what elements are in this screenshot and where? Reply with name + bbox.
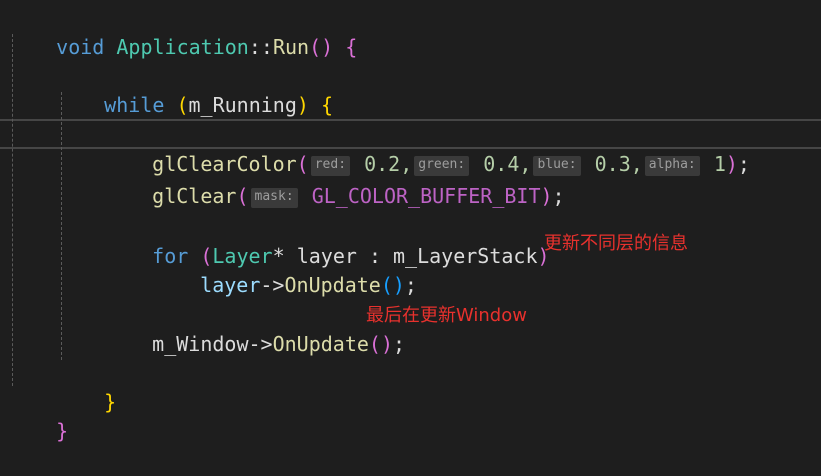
scope-operator: ::: [248, 35, 273, 59]
code-line-7: m_Window->OnUpdate();: [104, 299, 405, 356]
annotation-update-layers: 更新不同层的信息: [544, 233, 688, 254]
variable: m_Window: [152, 332, 249, 356]
close-brace: }: [104, 390, 117, 414]
keyword-void: void: [56, 35, 105, 59]
keyword-while: while: [104, 93, 165, 117]
method-call: OnUpdate: [272, 332, 369, 356]
code-line-8: }: [56, 357, 116, 414]
class-name: Application: [116, 35, 249, 59]
parens: (): [368, 332, 394, 356]
semicolon: ;: [552, 184, 565, 208]
number: 1: [713, 152, 726, 176]
annotation-update-window: 最后在更新Window: [366, 305, 527, 326]
number: 0.3,: [594, 152, 643, 176]
close-paren: ): [540, 184, 553, 208]
close-brace: }: [56, 419, 69, 443]
code-line-6: layer->OnUpdate();: [152, 240, 417, 297]
function-call: glClear: [152, 184, 237, 208]
code-line-2: while (m_Running) {: [56, 60, 333, 117]
code-line-3: glClearColor(red: 0.2, green: 0.4, blue: 0…: [104, 119, 750, 176]
semicolon: ;: [393, 332, 406, 356]
close-paren: ): [296, 93, 309, 117]
param-hint: mask:: [250, 187, 298, 208]
code-line-9: }: [8, 386, 68, 443]
open-paren: (: [236, 184, 249, 208]
code-line-5: for (Layer* layer : m_LayerStack): [104, 211, 549, 268]
variable: m_Running: [188, 93, 297, 117]
code-line-4: glClear(mask: GL_COLOR_BUFFER_BIT);: [104, 151, 564, 208]
open-brace: {: [345, 35, 358, 59]
arrow-operator: ->: [248, 332, 273, 356]
arrow-operator: ->: [260, 273, 285, 297]
function-name: Run: [272, 35, 310, 59]
param-hint: alpha:: [644, 155, 700, 176]
method-call: OnUpdate: [284, 273, 381, 297]
variable: layer: [200, 273, 261, 297]
open-paren: (: [176, 93, 189, 117]
open-brace: {: [320, 93, 333, 117]
semicolon: ;: [737, 152, 750, 176]
close-paren: ): [725, 152, 738, 176]
parens: (): [380, 273, 405, 297]
semicolon: ;: [404, 273, 417, 297]
macro: GL_COLOR_BUFFER_BIT: [311, 184, 541, 208]
code-line-1: void Application::Run() {: [8, 2, 357, 59]
parens: (): [309, 35, 334, 59]
